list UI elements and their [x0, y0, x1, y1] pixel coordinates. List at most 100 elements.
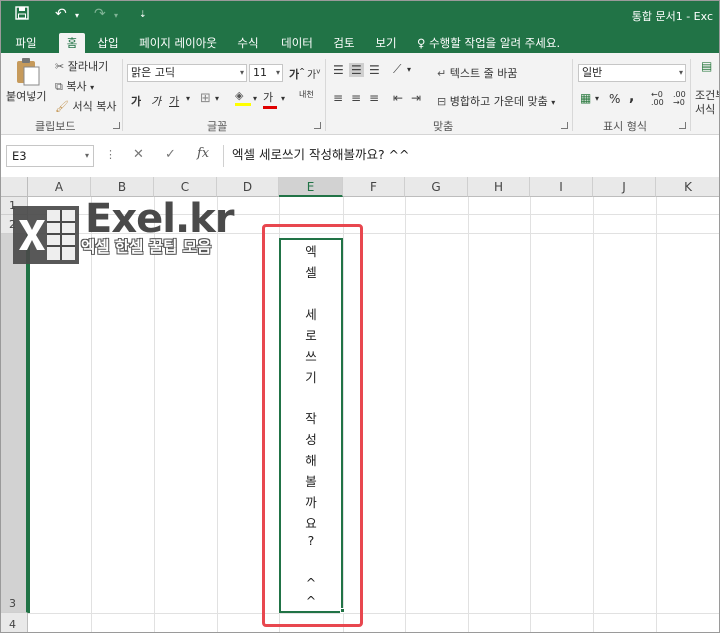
tab-view[interactable]: 보기	[371, 33, 401, 53]
align-bottom-icon[interactable]: ☰	[369, 63, 380, 77]
italic-button[interactable]: 가	[151, 93, 161, 109]
column-header-k[interactable]: K	[656, 177, 719, 197]
currency-dropdown-icon[interactable]: ▾	[595, 94, 599, 103]
tab-file[interactable]: 파일	[9, 33, 43, 53]
font-group-label: 글꼴	[207, 120, 228, 133]
font-size-select[interactable]: 11 ▾	[249, 64, 283, 82]
column-header-j[interactable]: J	[593, 177, 656, 197]
shrink-font-button[interactable]: 가v	[307, 66, 320, 81]
align-middle-icon[interactable]: ☰	[349, 63, 364, 77]
cancel-icon[interactable]: ✕	[133, 147, 144, 162]
tab-insert[interactable]: 삽입	[93, 33, 123, 53]
decrease-decimal-icon[interactable]: .00 →0	[673, 91, 686, 107]
scissors-icon: ✂	[55, 60, 65, 73]
column-header-b[interactable]: B	[91, 177, 154, 197]
tab-review[interactable]: 검토	[329, 33, 359, 53]
row-number: 3	[9, 597, 16, 610]
undo-icon[interactable]: ↶	[55, 6, 67, 22]
row-number: 4	[9, 618, 16, 631]
undo-dropdown-icon[interactable]: ▾	[75, 11, 79, 20]
currency-icon[interactable]: ▦	[580, 91, 591, 105]
number-format-select[interactable]: 일반 ▾	[578, 64, 686, 82]
chevron-down-icon: ▾	[239, 68, 244, 77]
divider	[690, 59, 691, 131]
number-launcher-icon[interactable]	[679, 122, 686, 129]
alignment-group-label: 맞춤	[433, 120, 454, 133]
column-header-e[interactable]: E	[279, 177, 343, 197]
tell-me-box[interactable]: ♀ 수행할 작업을 알려 주세요.	[417, 33, 560, 53]
formula-input[interactable]: 엑셀 세로쓰기 작성해볼까요? ^^	[223, 145, 719, 167]
excel-logo-icon	[13, 206, 79, 264]
tab-data[interactable]: 데이터	[277, 33, 317, 53]
increase-decimal-icon[interactable]: ←0.00	[651, 91, 664, 107]
align-top-icon[interactable]: ☰	[333, 63, 344, 77]
column-header-i[interactable]: I	[530, 177, 593, 197]
customize-toolbar-icon[interactable]: ⇣	[139, 10, 147, 20]
comma-button[interactable]: ,	[629, 89, 634, 105]
redo-icon[interactable]: ↷	[94, 6, 106, 22]
font-name-value: 맑은 고딕	[131, 66, 175, 79]
font-color-dropdown-icon[interactable]: ▾	[281, 94, 285, 103]
align-right-icon[interactable]: ≡	[369, 91, 379, 105]
merge-center-button[interactable]: ⊟ 병합하고 가운데 맞춤 ▾	[437, 93, 555, 109]
redo-dropdown-icon[interactable]: ▾	[114, 11, 118, 20]
fill-color-icon[interactable]: ◈	[235, 89, 251, 106]
align-left-icon[interactable]: ≡	[333, 91, 343, 105]
phonetic-button[interactable]: 내천	[299, 90, 314, 99]
borders-dropdown-icon[interactable]: ▾	[215, 94, 219, 103]
paste-icon[interactable]	[15, 57, 41, 87]
paste-button[interactable]: 붙여넣기	[6, 88, 46, 104]
increase-indent-icon[interactable]: ⇥	[411, 91, 421, 105]
decrease-indent-icon[interactable]: ⇤	[393, 91, 403, 105]
grow-font-button[interactable]: 가^	[289, 66, 305, 82]
wrap-text-button[interactable]: ↵ 텍스트 줄 바꿈	[437, 65, 517, 81]
shrink-font-label: 가	[307, 70, 317, 81]
format-painter-button[interactable]: 🖌 서식 복사	[55, 98, 116, 114]
window-title: 통합 문서1 - Exc	[631, 10, 713, 23]
column-header-c[interactable]: C	[154, 177, 217, 197]
bold-button[interactable]: 가	[131, 93, 141, 109]
column-header-f[interactable]: F	[343, 177, 405, 197]
column-header-g[interactable]: G	[405, 177, 468, 197]
orientation-icon[interactable]: ⟋	[393, 62, 401, 77]
clipboard-launcher-icon[interactable]	[113, 122, 120, 129]
tab-formulas[interactable]: 수식	[233, 33, 263, 53]
copy-icon: ⧉	[55, 80, 63, 93]
font-color-button[interactable]: 가	[263, 89, 277, 109]
align-center-icon[interactable]: ≡	[351, 91, 361, 105]
save-icon[interactable]	[15, 6, 29, 24]
copy-button[interactable]: ⧉ 복사 ▾	[55, 78, 94, 94]
column-header-a[interactable]: A	[28, 177, 91, 197]
wrap-text-icon: ↵	[437, 67, 447, 80]
font-color-swatch	[263, 106, 277, 109]
grow-font-label: 가	[289, 68, 300, 81]
alignment-launcher-icon[interactable]	[561, 122, 568, 129]
cut-button[interactable]: ✂ 잘라내기	[55, 58, 108, 74]
column-header-h[interactable]: H	[468, 177, 530, 197]
fill-dropdown-icon[interactable]: ▾	[253, 94, 257, 103]
chevron-down-icon: ▾	[84, 151, 89, 160]
orientation-dropdown-icon[interactable]: ▾	[407, 65, 411, 74]
conditional-format-label2: 서식	[695, 103, 716, 116]
percent-button[interactable]: %	[609, 92, 620, 106]
font-name-select[interactable]: 맑은 고딕 ▾	[127, 64, 247, 82]
borders-icon[interactable]: ⊞	[200, 91, 211, 106]
conditional-format-icon[interactable]: ▤	[701, 59, 712, 73]
row-header-3[interactable]: 3	[1, 234, 28, 613]
insert-function-icon[interactable]: fx	[197, 146, 209, 161]
name-box[interactable]: E3 ▾	[6, 145, 94, 167]
highlight-box	[262, 224, 363, 627]
copy-dropdown-icon[interactable]: ▾	[90, 83, 94, 92]
column-header-d[interactable]: D	[217, 177, 279, 197]
underline-button[interactable]: 가	[169, 93, 179, 109]
tab-home[interactable]: 홈	[59, 33, 85, 53]
underline-dropdown-icon[interactable]: ▾	[186, 94, 190, 103]
tab-page-layout[interactable]: 페이지 레이아웃	[135, 33, 221, 53]
row-header-4[interactable]: 4	[1, 613, 28, 632]
logo-subtitle: 엑셀 한셀 꿀팁 모음	[81, 238, 212, 256]
gridline	[656, 197, 657, 632]
font-launcher-icon[interactable]	[314, 122, 321, 129]
select-all-corner[interactable]	[1, 177, 28, 197]
enter-icon[interactable]: ✓	[165, 147, 176, 162]
number-format-value: 일반	[582, 66, 603, 79]
